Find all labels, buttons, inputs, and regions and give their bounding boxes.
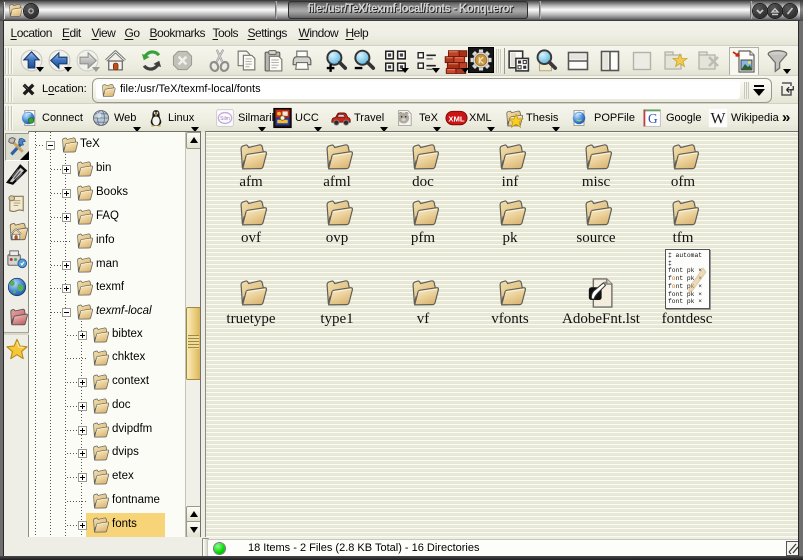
- svg-text:G: G: [648, 111, 658, 126]
- svg-text:XML: XML: [448, 114, 464, 123]
- svg-text:Silm: Silm: [220, 116, 230, 122]
- svg-text:W: W: [711, 110, 726, 127]
